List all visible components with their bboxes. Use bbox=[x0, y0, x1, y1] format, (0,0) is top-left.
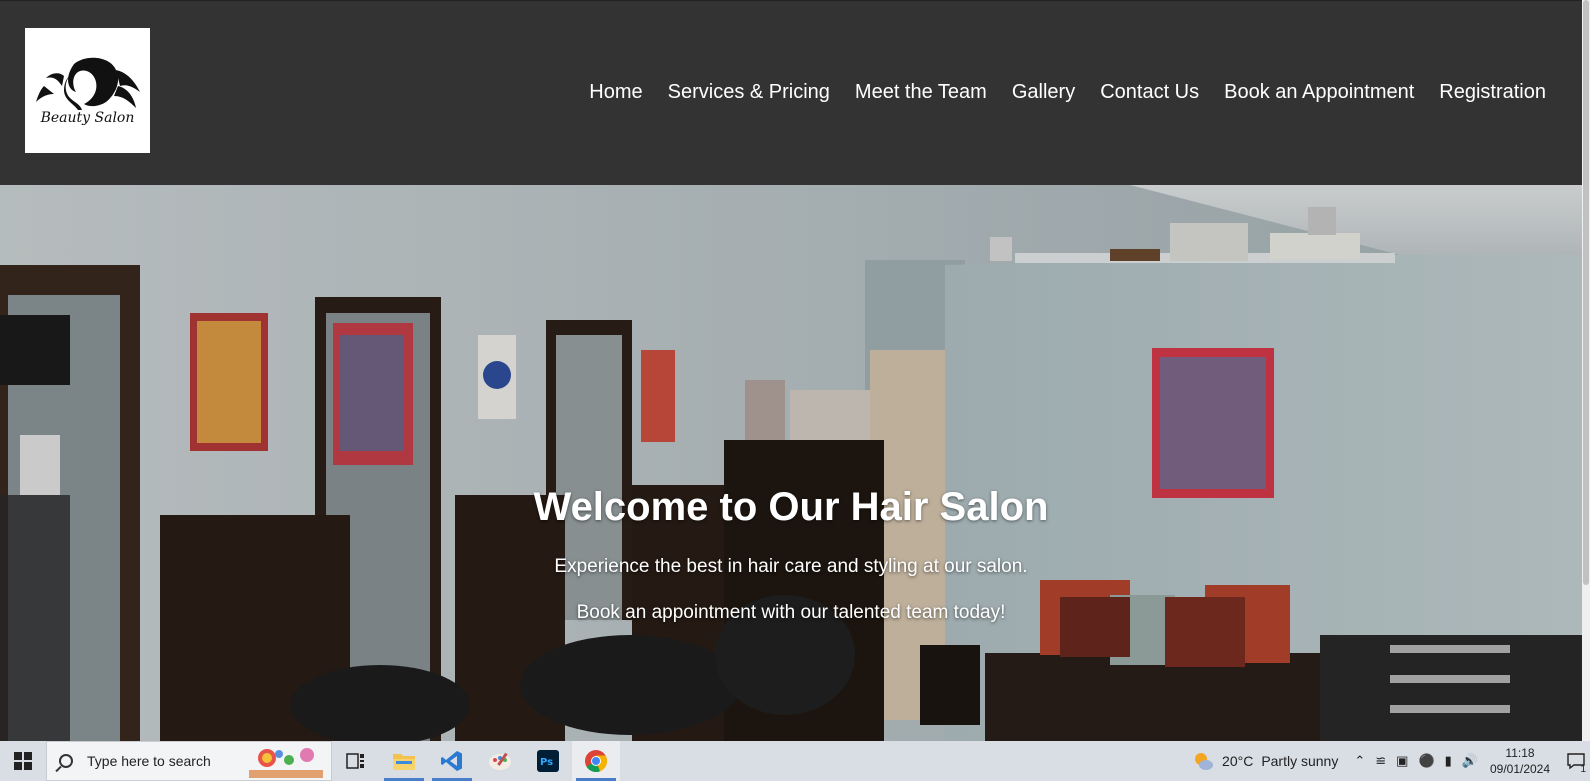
hero-call-to-action: Book an appointment with our talented te… bbox=[576, 602, 1006, 623]
nav-meet-the-team[interactable]: Meet the Team bbox=[855, 81, 987, 104]
salon-logo[interactable]: Beauty Salon bbox=[25, 28, 150, 153]
svg-text:Ps: Ps bbox=[540, 757, 553, 768]
system-tray: 20°C Partly sunny ⌃ ≌ ▣ ⚫ ▮ 🔊 11:18 09/0… bbox=[1192, 741, 1590, 781]
hero-section: Welcome to Our Hair Salon Experience the… bbox=[0, 185, 1582, 741]
vscode-icon bbox=[441, 751, 462, 771]
hot-air-balloons-icon bbox=[249, 748, 323, 778]
hero-title: Welcome to Our Hair Salon bbox=[533, 485, 1049, 529]
windows-logo-icon bbox=[14, 752, 32, 770]
notification-center-button[interactable]: 1 bbox=[1562, 741, 1590, 781]
battery-icon[interactable]: ▮ bbox=[1445, 753, 1452, 769]
folder-icon bbox=[393, 754, 415, 770]
chrome-button[interactable] bbox=[572, 741, 620, 781]
tray-icons: ⌃ ≌ ▣ ⚫ ▮ 🔊 bbox=[1354, 753, 1478, 769]
nav-services-pricing[interactable]: Services & Pricing bbox=[668, 81, 830, 104]
search-placeholder: Type here to search bbox=[87, 753, 211, 769]
nav-gallery[interactable]: Gallery bbox=[1012, 81, 1075, 104]
nav-home[interactable]: Home bbox=[589, 81, 642, 104]
nav-book-appointment[interactable]: Book an Appointment bbox=[1224, 81, 1414, 104]
logo-text: Beauty Salon bbox=[40, 109, 135, 126]
task-view-icon bbox=[346, 753, 364, 769]
wifi-icon[interactable]: ≌ bbox=[1375, 753, 1386, 769]
hero-content: Welcome to Our Hair Salon Experience the… bbox=[0, 485, 1582, 624]
windows-taskbar: Type here to search Ps 20°C Partly sunny… bbox=[0, 741, 1590, 781]
search-icon bbox=[59, 754, 73, 768]
salon-interior-image bbox=[0, 185, 1582, 741]
nav-contact-us[interactable]: Contact Us bbox=[1100, 81, 1199, 104]
chrome-icon bbox=[585, 750, 608, 773]
photoshop-button[interactable]: Ps bbox=[524, 741, 572, 781]
paint-palette-icon bbox=[489, 752, 511, 770]
partly-sunny-icon bbox=[1195, 753, 1214, 770]
nav-registration[interactable]: Registration bbox=[1439, 81, 1546, 104]
vscode-button[interactable] bbox=[428, 741, 476, 781]
weather-description: Partly sunny bbox=[1261, 753, 1339, 769]
chevron-up-icon[interactable]: ⌃ bbox=[1354, 753, 1365, 769]
taskbar-search-box[interactable]: Type here to search bbox=[46, 741, 332, 781]
page-scrollbar[interactable] bbox=[1582, 0, 1590, 741]
browser-viewport: Beauty Salon Home Services & Pricing Mee… bbox=[0, 0, 1590, 741]
notification-count: 1 bbox=[1580, 764, 1586, 775]
task-view-button[interactable] bbox=[332, 741, 380, 781]
scrollbar-thumb[interactable] bbox=[1583, 0, 1589, 585]
start-button[interactable] bbox=[0, 741, 46, 781]
hero-tagline: Experience the best in hair care and sty… bbox=[554, 556, 1028, 577]
meet-now-icon[interactable]: ▣ bbox=[1396, 753, 1408, 769]
woman-silhouette-icon bbox=[35, 57, 140, 110]
weather-temp: 20°C bbox=[1222, 753, 1254, 769]
site-header: Beauty Salon Home Services & Pricing Mee… bbox=[0, 0, 1582, 185]
clock-time: 11:18 bbox=[1505, 746, 1535, 760]
paint-button[interactable] bbox=[476, 741, 524, 781]
clock[interactable]: 11:18 09/01/2024 bbox=[1488, 745, 1552, 777]
microphone-icon[interactable]: ⚫ bbox=[1418, 753, 1434, 769]
main-nav: Home Services & Pricing Meet the Team Ga… bbox=[564, 81, 1546, 104]
photoshop-icon: Ps bbox=[537, 750, 559, 772]
weather-widget[interactable]: 20°C Partly sunny bbox=[1192, 750, 1338, 772]
speaker-icon[interactable]: 🔊 bbox=[1462, 753, 1478, 769]
clock-date: 09/01/2024 bbox=[1489, 762, 1551, 776]
file-explorer-button[interactable] bbox=[380, 741, 428, 781]
